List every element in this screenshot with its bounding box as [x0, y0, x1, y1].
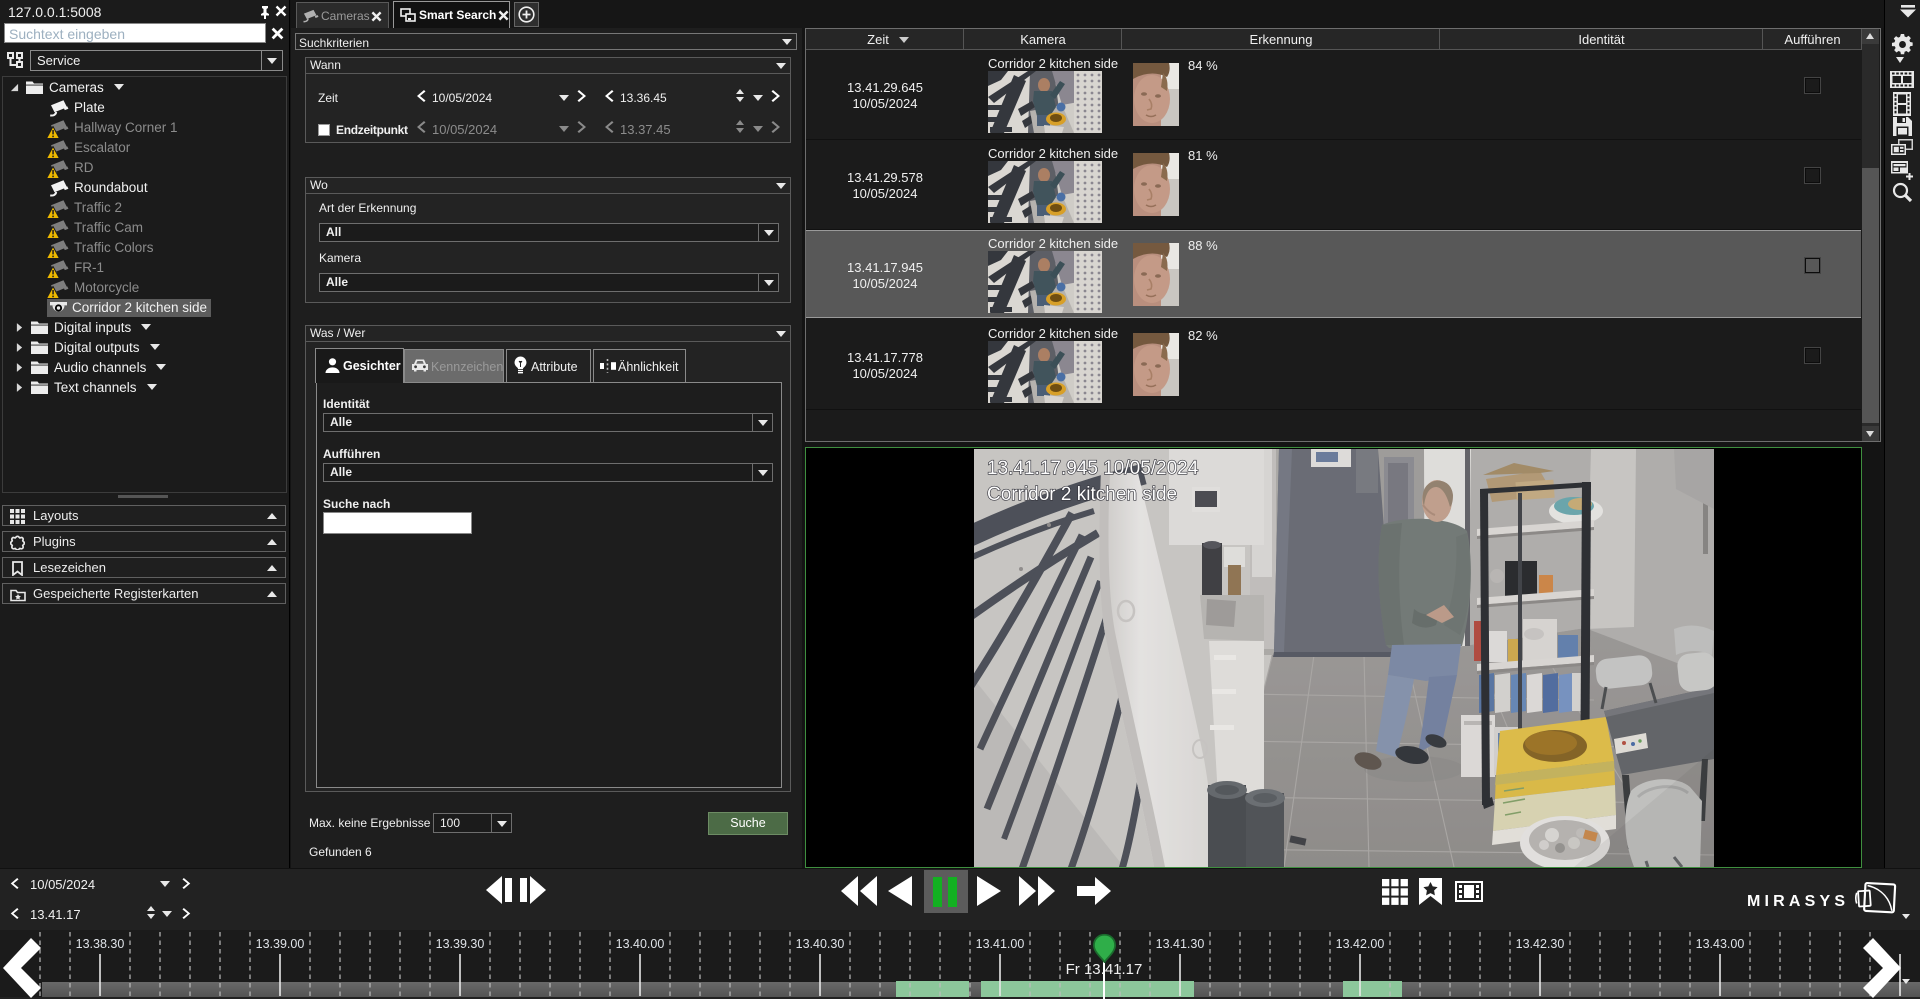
svg-text:13.41.17.945 10/05/2024: 13.41.17.945 10/05/2024 — [987, 458, 1199, 479]
svg-text:Corridor 2 kitchen side: Corridor 2 kitchen side — [987, 484, 1177, 505]
